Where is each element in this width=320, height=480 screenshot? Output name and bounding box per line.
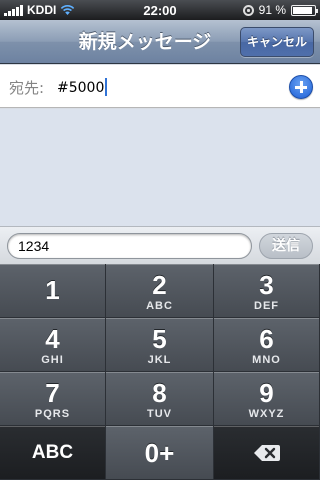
key-6[interactable]: 6 MNO — [214, 318, 320, 372]
key-0[interactable]: 0+ — [106, 426, 214, 480]
add-contact-icon[interactable] — [289, 75, 313, 99]
key-4[interactable]: 4 GHI — [0, 318, 106, 372]
battery-icon — [291, 4, 318, 16]
key-2[interactable]: 2 ABC — [106, 264, 214, 318]
key-digit: 5 — [152, 324, 167, 354]
key-3[interactable]: 3 DEF — [214, 264, 320, 318]
key-letters: ABC — [146, 300, 173, 312]
key-digit: 8 — [152, 378, 167, 408]
compose-bar: 1234 送信 — [0, 226, 320, 264]
numeric-keypad: 1 2 ABC 3 DEF 4 GHI 5 JKL 6 MNO 7 PQRS 8 TUV 9W… — [0, 264, 320, 480]
delete-key[interactable] — [214, 426, 320, 480]
key-letters: GHI — [41, 354, 64, 366]
status-right: 91 % — [242, 3, 318, 17]
key-letters: JKL — [147, 354, 172, 366]
page-title: 新規メッセージ — [78, 31, 212, 53]
backspace-icon — [254, 445, 280, 461]
key-letters: DEF — [254, 300, 279, 312]
key-digit: 1 — [45, 275, 60, 305]
abc-key[interactable]: ABC — [0, 426, 106, 480]
key-9[interactable]: 9 WXYZ — [214, 372, 320, 426]
key-digit: 0+ — [144, 438, 175, 468]
key-digit: 3 — [259, 270, 274, 300]
send-button[interactable]: 送信 — [259, 233, 313, 259]
key-digit: 9 — [259, 378, 274, 408]
key-letters: MNO — [252, 354, 281, 366]
rotation-lock-icon — [242, 4, 254, 16]
abc-key-label: ABC — [31, 442, 74, 463]
key-digit: 2 — [152, 270, 167, 300]
recipient-field[interactable]: #5000 — [57, 78, 108, 96]
recipient-value: #5000 — [57, 80, 105, 96]
message-area — [0, 109, 320, 226]
recipient-row[interactable]: 宛先: #5000 — [0, 65, 320, 108]
key-digit: 4 — [45, 324, 60, 354]
key-letters: WXYZ — [248, 408, 285, 420]
cancel-button[interactable]: キャンセル — [240, 27, 314, 57]
key-5[interactable]: 5 JKL — [106, 318, 214, 372]
battery-percent: 91 % — [258, 3, 286, 17]
text-caret — [105, 78, 108, 96]
message-input[interactable]: 1234 — [7, 233, 252, 259]
recipient-label: 宛先: — [9, 79, 45, 97]
key-letters: TUV — [147, 408, 172, 420]
key-1[interactable]: 1 — [0, 264, 106, 318]
key-digit: 6 — [259, 324, 274, 354]
key-letters: PQRS — [34, 408, 71, 420]
status-bar: KDDI 22:00 91 % — [0, 0, 320, 20]
key-digit: 7 — [45, 378, 60, 408]
navigation-bar: 新規メッセージ キャンセル — [0, 20, 320, 64]
key-7[interactable]: 7 PQRS — [0, 372, 106, 426]
key-8[interactable]: 8 TUV — [106, 372, 214, 426]
